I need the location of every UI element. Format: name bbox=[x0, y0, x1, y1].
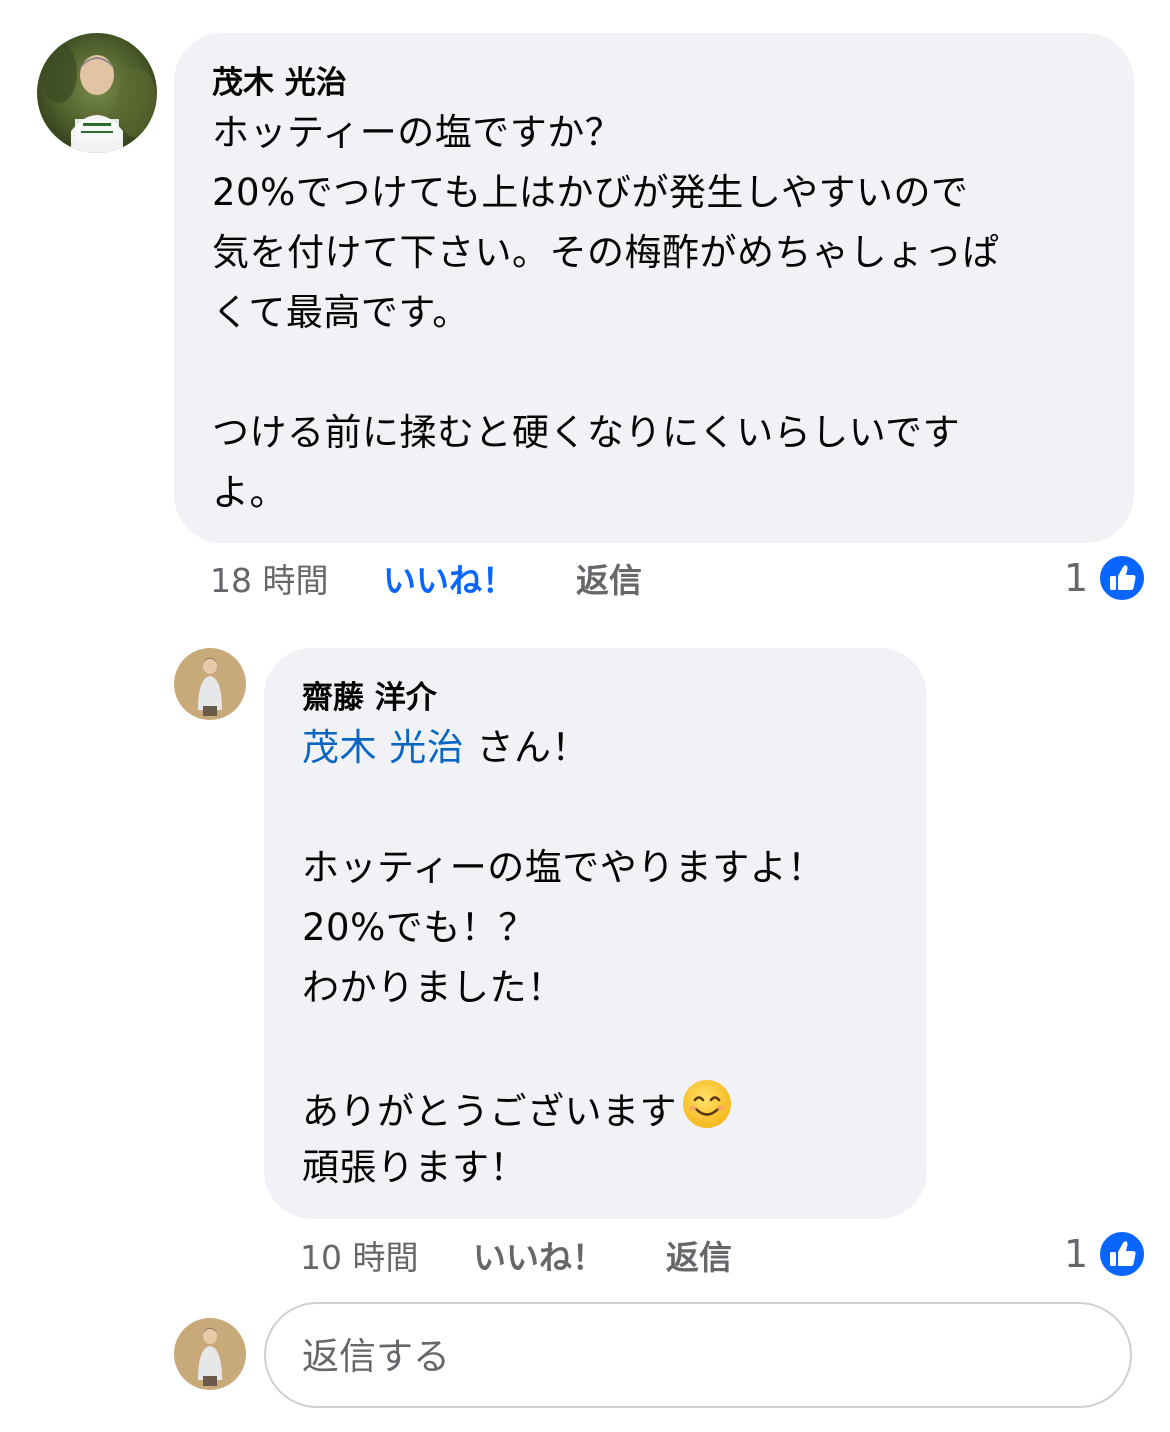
reply-line-text: ありがとうございます bbox=[302, 1090, 677, 1133]
reply-input[interactable]: 返信する bbox=[264, 1302, 1132, 1408]
thumbs-up-icon bbox=[1098, 1230, 1146, 1278]
reply-button[interactable]: 返信 bbox=[666, 1236, 732, 1280]
reply-line: ホッティーの塩でやりますよ！ bbox=[302, 846, 825, 889]
reply-button[interactable]: 返信 bbox=[576, 559, 642, 603]
reply-line: わかりました！ bbox=[302, 966, 565, 1009]
reply-input-placeholder: 返信する bbox=[302, 1335, 450, 1378]
reaction-summary[interactable]: 1 bbox=[1064, 1229, 1148, 1279]
profile-photo-icon bbox=[174, 1318, 246, 1390]
comment-line: ホッティーの塩ですか？ bbox=[212, 111, 623, 154]
profile-photo-icon bbox=[174, 648, 246, 720]
mention-suffix: さん！ bbox=[464, 726, 590, 769]
reply-line: 20%でも！？ bbox=[302, 906, 536, 949]
reply-actions: 10 時間 いいね！ 返信 bbox=[300, 1236, 800, 1280]
comment-thread: 茂木 光治 ホッティーの塩ですか？ 20%でつけても上はかびが発生しやすいので … bbox=[0, 0, 1170, 1432]
reaction-count: 1 bbox=[1064, 556, 1089, 600]
reply-bubble: 齋藤 洋介 茂木 光治 さん！ ホッティーの塩でやりますよ！ 20%でも！？ わ… bbox=[264, 648, 927, 1219]
reply-line: 頑張ります！ bbox=[302, 1146, 527, 1189]
reply-line bbox=[302, 1018, 889, 1078]
like-button[interactable]: いいね！ bbox=[473, 1236, 605, 1280]
comment-author-name[interactable]: 茂木 光治 bbox=[212, 63, 1096, 103]
replier-avatar[interactable] bbox=[174, 648, 246, 720]
comment-actions: 18 時間 いいね！ 返信 bbox=[210, 559, 710, 603]
reaction-summary[interactable]: 1 bbox=[1064, 553, 1148, 603]
comment-line: 気を付けて下さい。その梅酢がめちゃしょっぱ bbox=[212, 231, 1000, 274]
reply-line: 茂木 光治 さん！ bbox=[302, 718, 889, 778]
reply-body: 茂木 光治 さん！ ホッティーの塩でやりますよ！ 20%でも！？ わかりました！… bbox=[302, 718, 889, 1198]
reply-line: ありがとうございます bbox=[302, 1078, 889, 1138]
reply-author-name[interactable]: 齋藤 洋介 bbox=[302, 678, 889, 718]
mention-link[interactable]: 茂木 光治 bbox=[302, 726, 464, 769]
commenter-avatar[interactable] bbox=[37, 33, 157, 153]
reaction-count: 1 bbox=[1064, 1232, 1089, 1276]
comment-bubble: 茂木 光治 ホッティーの塩ですか？ 20%でつけても上はかびが発生しやすいので … bbox=[174, 33, 1134, 543]
comment-line: よ。 bbox=[212, 471, 287, 514]
comment-line bbox=[212, 343, 1096, 403]
current-user-avatar bbox=[174, 1318, 246, 1390]
comment-line: くて最高です。 bbox=[212, 291, 470, 334]
comment-line: 20%でつけても上はかびが発生しやすいので bbox=[212, 171, 969, 214]
like-button[interactable]: いいね！ bbox=[383, 559, 515, 603]
reply-timestamp[interactable]: 10 時間 bbox=[300, 1236, 418, 1280]
comment-timestamp[interactable]: 18 時間 bbox=[210, 559, 328, 603]
comment-body: ホッティーの塩ですか？ 20%でつけても上はかびが発生しやすいので 気を付けて下… bbox=[212, 103, 1096, 523]
reply-line bbox=[302, 778, 889, 838]
smiling-face-emoji-icon bbox=[683, 1080, 731, 1128]
thumbs-up-icon bbox=[1098, 554, 1146, 602]
profile-photo-icon bbox=[37, 33, 157, 153]
comment-line: つける前に揉むと硬くなりにくいらしいです bbox=[212, 411, 961, 454]
